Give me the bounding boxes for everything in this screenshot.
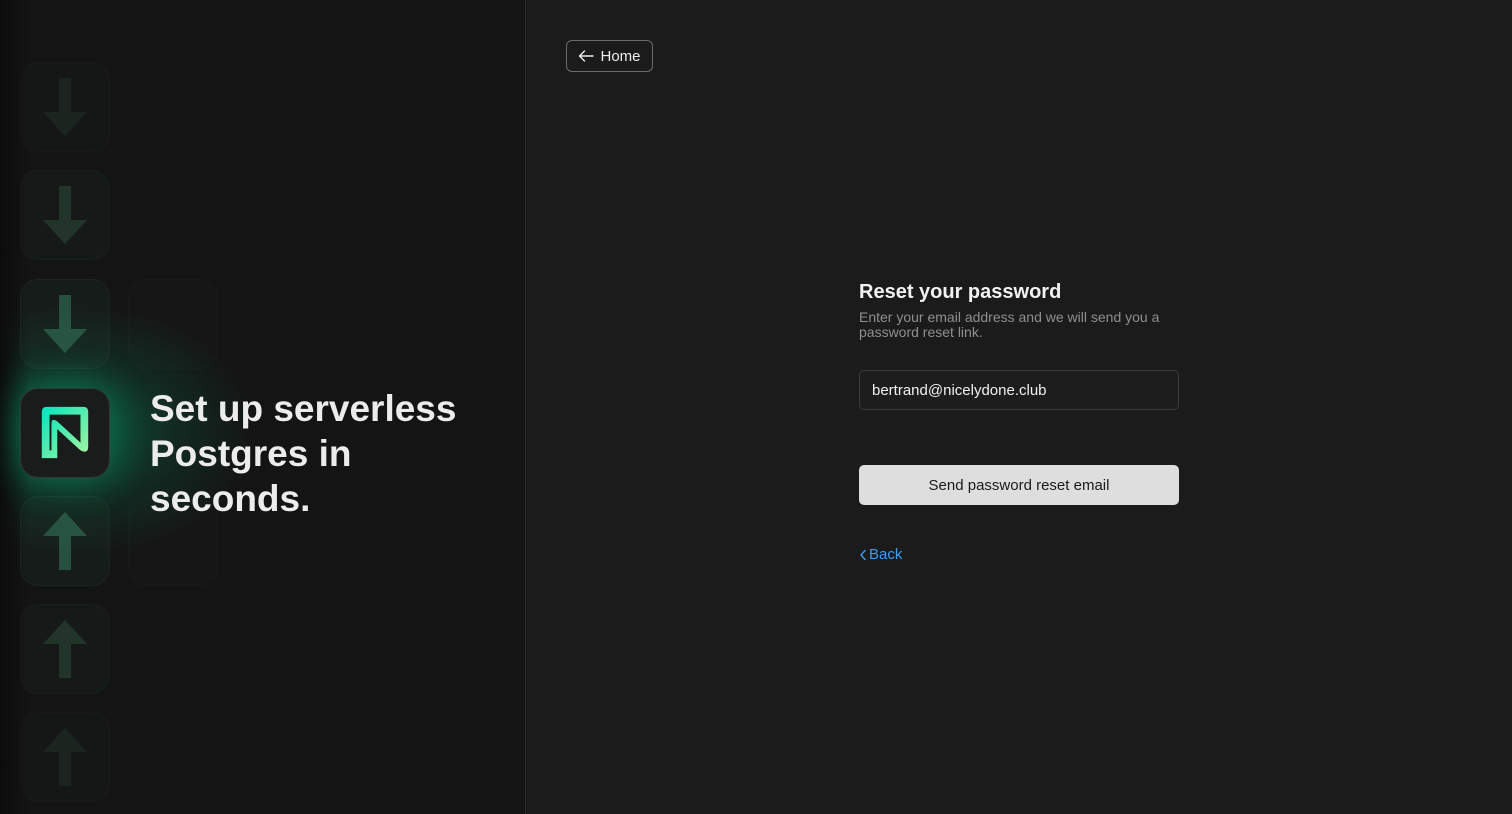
brand-panel: Set up serverless Postgres in seconds. [0, 0, 526, 814]
arrow-left-icon [579, 50, 595, 62]
brand-tagline: Set up serverless Postgres in seconds. [150, 386, 520, 521]
reset-password-form: Reset your password Enter your email add… [859, 280, 1179, 563]
arrow-down-icon [43, 295, 87, 353]
back-link[interactable]: Back [859, 546, 902, 563]
tile-arrow-down [20, 279, 110, 369]
send-reset-email-button[interactable]: Send password reset email [859, 465, 1179, 505]
tile-arrow-up [20, 604, 110, 694]
tile-arrow-down [20, 170, 110, 260]
home-button-label: Home [600, 47, 641, 65]
tile-faint [128, 279, 218, 369]
arrow-up-icon [43, 512, 87, 570]
arrow-down-icon [43, 186, 87, 244]
neon-logo-icon [41, 406, 89, 459]
tile-arrow-up [20, 496, 110, 586]
tile-arrow-up [20, 712, 110, 802]
tile-arrow-down [20, 62, 110, 152]
form-subtitle: Enter your email address and we will sen… [859, 309, 1160, 340]
back-link-label: Back [869, 546, 903, 563]
email-input[interactable] [859, 370, 1179, 410]
arrow-down-icon [43, 78, 87, 136]
form-title: Reset your password [859, 281, 1062, 303]
reset-password-page: Set up serverless Postgres in seconds. H… [0, 0, 1512, 814]
chevron-left-icon [860, 549, 866, 560]
neon-logo [20, 388, 110, 478]
home-button[interactable]: Home [566, 40, 653, 72]
tagline-line-2: Postgres in seconds. [150, 433, 352, 519]
arrow-up-icon [43, 620, 87, 678]
tile-faint [128, 604, 218, 694]
tagline-line-1: Set up serverless [150, 388, 457, 429]
tile-faint [128, 170, 218, 260]
arrow-up-icon [43, 728, 87, 786]
